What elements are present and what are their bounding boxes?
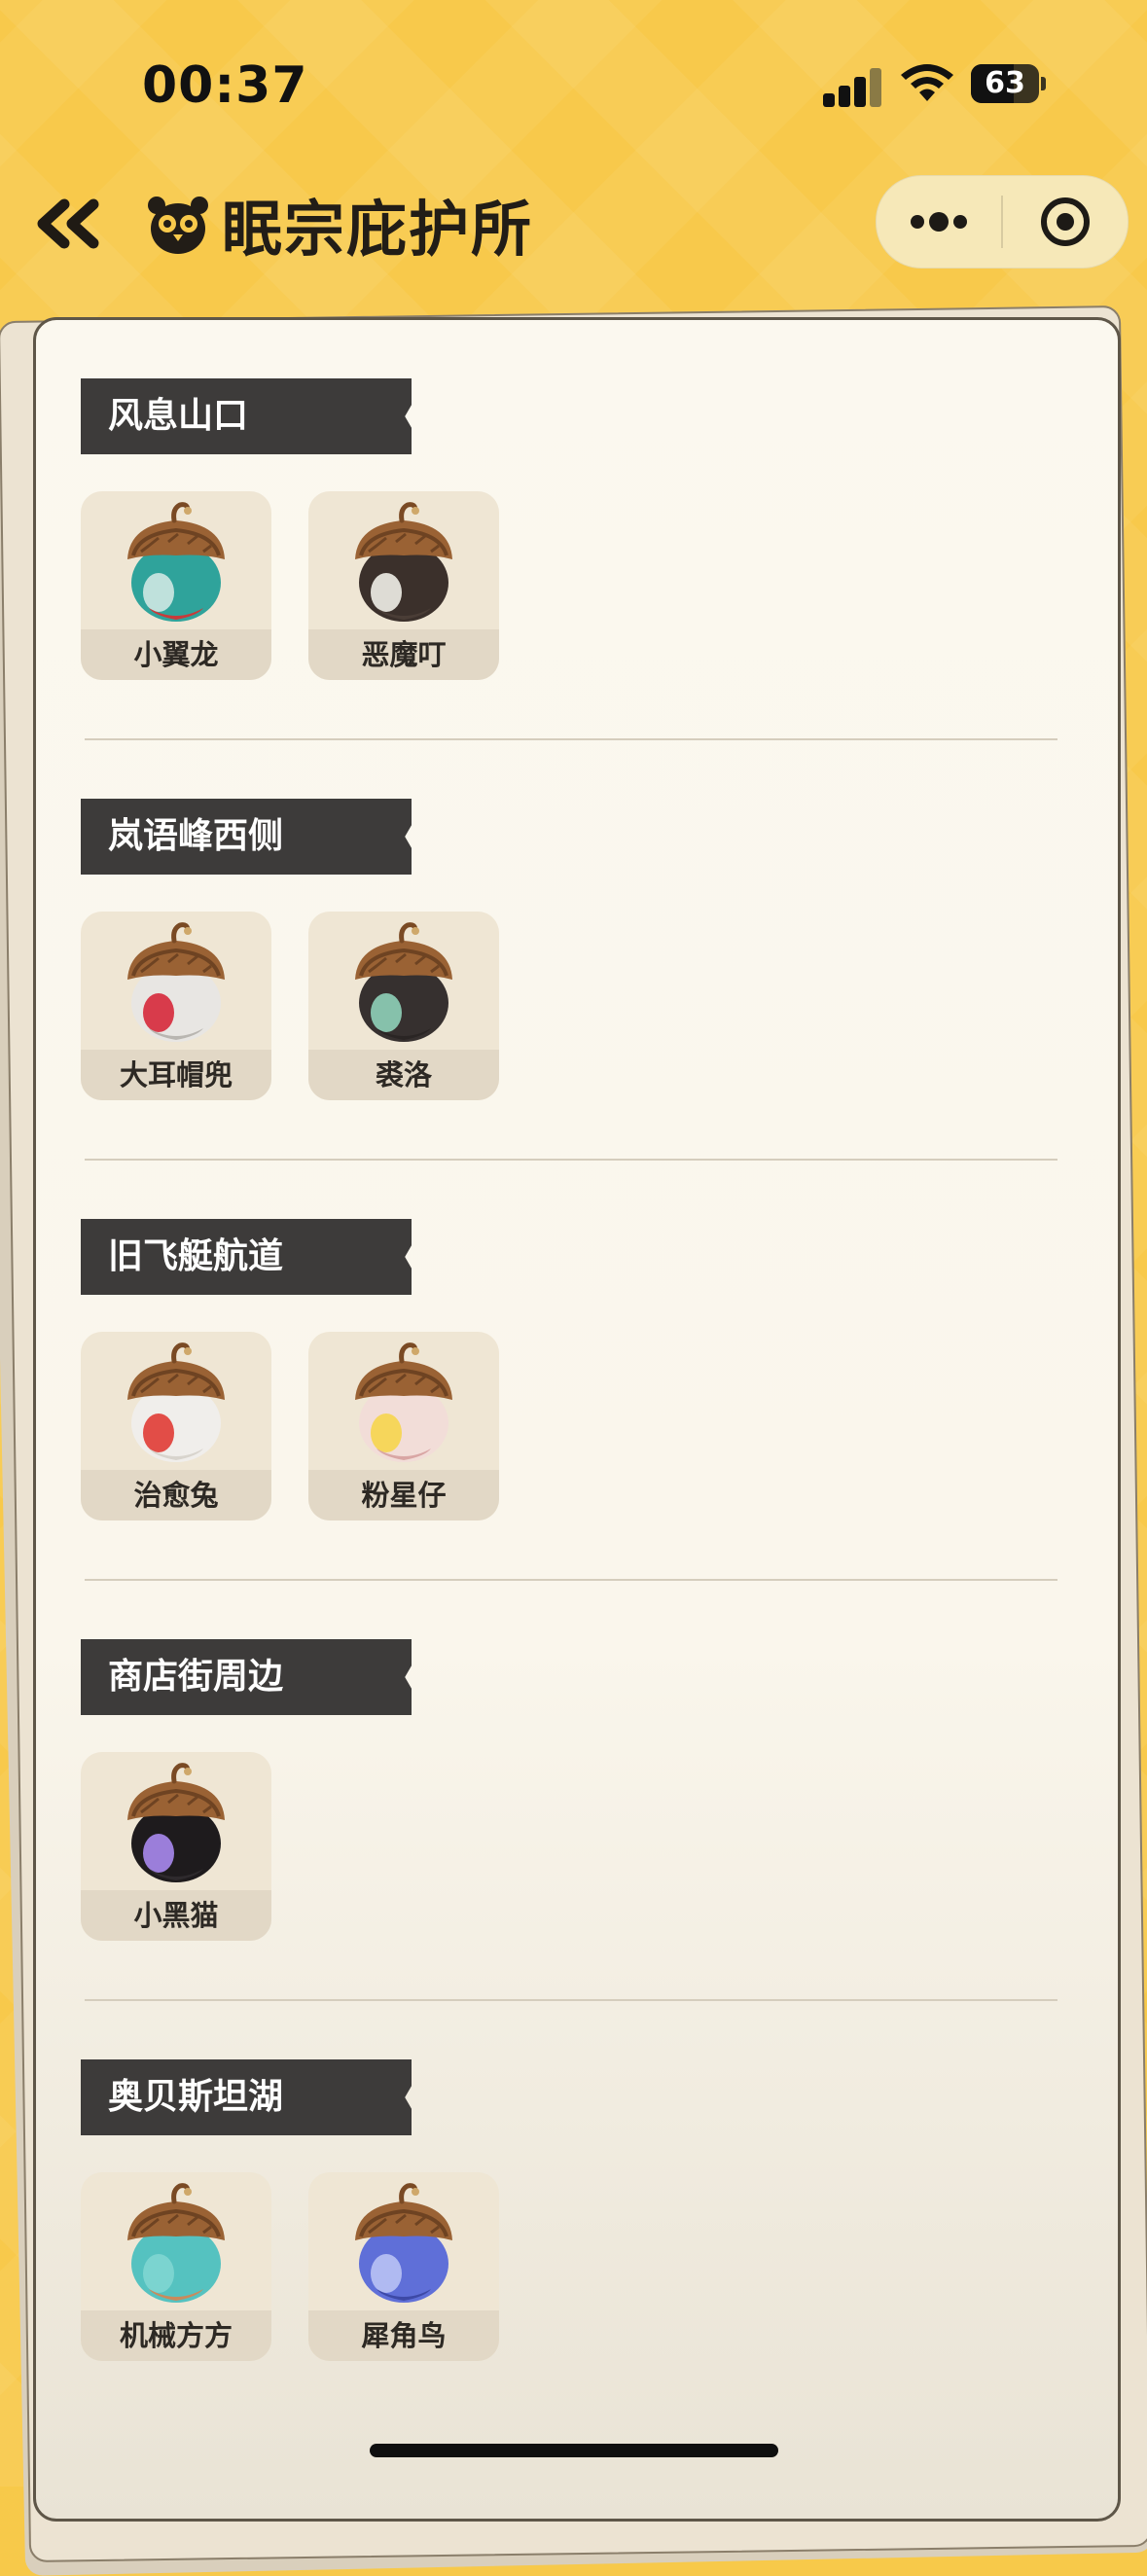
section-title: 风息山口: [108, 396, 249, 436]
pet-name: 治愈兔: [81, 1470, 271, 1521]
acorn-pet-icon: [127, 1342, 225, 1462]
pet-name: 粉星仔: [308, 1470, 499, 1521]
location-section: 岚语峰西侧 大耳帽兜 裘洛: [36, 799, 1118, 1188]
pet-list: 小黑猫: [81, 1752, 271, 1941]
pet-name: 犀角鸟: [308, 2310, 499, 2361]
section-header: 旧飞艇航道: [81, 1219, 412, 1295]
shelter-list-card: 风息山口 小翼龙 恶魔叮 岚语峰西侧 大耳帽兜 裘洛 旧飞艇航道 治愈兔 粉星仔…: [33, 317, 1121, 2522]
section-divider: [85, 1579, 1057, 1581]
section-header: 商店街周边: [81, 1639, 412, 1715]
acorn-pet-icon: [355, 502, 452, 622]
section-divider: [85, 1159, 1057, 1161]
pet-card[interactable]: 大耳帽兜: [81, 912, 271, 1100]
nav-title-group: 眠宗庇护所: [146, 185, 533, 265]
more-button[interactable]: [877, 176, 1001, 268]
pet-name: 机械方方: [81, 2310, 271, 2361]
section-header: 奥贝斯坦湖: [81, 2059, 412, 2135]
back-button[interactable]: [29, 185, 117, 263]
pet-card[interactable]: 治愈兔: [81, 1332, 271, 1521]
section-title: 奥贝斯坦湖: [108, 2077, 284, 2117]
acorn-pet-icon: [127, 1763, 225, 1882]
section-header: 岚语峰西侧: [81, 799, 412, 875]
acorn-pet-icon: [127, 2183, 225, 2303]
pet-name: 大耳帽兜: [81, 1050, 271, 1100]
page-title: 眠宗庇护所: [222, 194, 534, 265]
pet-card[interactable]: 恶魔叮: [308, 491, 499, 680]
pet-card[interactable]: 小翼龙: [81, 491, 271, 680]
location-section: 旧飞艇航道 治愈兔 粉星仔: [36, 1219, 1118, 1608]
close-mini-program-button[interactable]: [1003, 176, 1128, 268]
pet-list: 小翼龙 恶魔叮: [81, 491, 499, 680]
acorn-pet-icon: [127, 922, 225, 1042]
location-section: 商店街周边 小黑猫: [36, 1639, 1118, 2028]
battery-icon: 63: [971, 64, 1046, 103]
pet-list: 机械方方 犀角鸟: [81, 2172, 499, 2361]
section-header: 风息山口: [81, 378, 412, 454]
pet-name: 恶魔叮: [308, 629, 499, 680]
section-title: 商店街周边: [108, 1657, 284, 1697]
signal-icon: [823, 66, 883, 107]
battery-level: 63: [985, 66, 1025, 100]
pet-name: 小翼龙: [81, 629, 271, 680]
section-divider: [85, 1999, 1057, 2001]
acorn-pet-icon: [355, 2183, 452, 2303]
acorn-pet-icon: [355, 1342, 452, 1462]
acorn-pet-icon: [355, 922, 452, 1042]
status-time: 00:37: [142, 56, 308, 115]
status-bar: 00:37 63: [0, 0, 1147, 165]
pet-card[interactable]: 小黑猫: [81, 1752, 271, 1941]
pet-name: 小黑猫: [81, 1890, 271, 1941]
mini-program-capsule: [876, 175, 1129, 268]
wifi-icon: [901, 64, 953, 101]
pet-card[interactable]: 机械方方: [81, 2172, 271, 2361]
home-indicator[interactable]: [370, 2444, 778, 2457]
pet-card[interactable]: 裘洛: [308, 912, 499, 1100]
owl-logo-icon: [148, 197, 208, 254]
location-section: 风息山口 小翼龙 恶魔叮: [36, 378, 1118, 768]
pet-list: 大耳帽兜 裘洛: [81, 912, 499, 1100]
target-circle-icon: [1041, 197, 1090, 246]
section-title: 岚语峰西侧: [108, 816, 284, 856]
location-section: 奥贝斯坦湖 机械方方 犀角鸟: [36, 2059, 1118, 2449]
pet-card[interactable]: 犀角鸟: [308, 2172, 499, 2361]
acorn-pet-icon: [127, 502, 225, 622]
pet-card[interactable]: 粉星仔: [308, 1332, 499, 1521]
section-divider: [85, 738, 1057, 740]
pet-list: 治愈兔 粉星仔: [81, 1332, 499, 1521]
more-dots-icon: [911, 212, 967, 232]
double-chevron-left-icon: [37, 198, 99, 249]
section-title: 旧飞艇航道: [108, 1236, 284, 1276]
pet-name: 裘洛: [308, 1050, 499, 1100]
